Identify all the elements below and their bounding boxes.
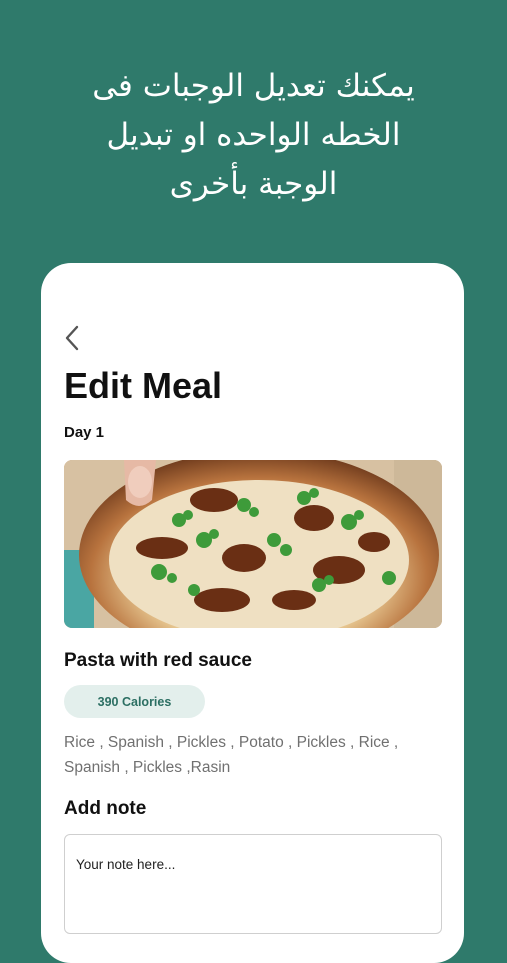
page-title: Edit Meal: [64, 365, 223, 406]
promo-headline-line-2: الخطه الواحده او تبديل: [106, 117, 401, 153]
day-label: Day 1: [64, 424, 105, 441]
promo-headline-line-1: يمكنك تعديل الوجبات فى: [92, 68, 415, 104]
calories-badge: 390 Calories: [64, 685, 205, 718]
chevron-left-icon: [65, 325, 79, 351]
note-placeholder: Your note here...: [76, 857, 176, 872]
note-textarea[interactable]: Your note here...: [64, 834, 442, 934]
meal-name: Pasta with red sauce: [64, 650, 252, 671]
phone-screen-card: Edit Meal Day 1 Pasta with red sauce 390…: [41, 263, 464, 963]
promo-headline-line-3: الوجبة بأخرى: [169, 166, 338, 202]
meal-photo: [64, 460, 442, 628]
promo-headline: يمكنك تعديل الوجبات فى الخطه الواحده او …: [0, 62, 507, 209]
add-note-label: Add note: [64, 798, 147, 819]
back-button[interactable]: [59, 323, 85, 353]
ingredients-list: Rice , Spanish , Pickles , Potato , Pick…: [64, 734, 399, 776]
